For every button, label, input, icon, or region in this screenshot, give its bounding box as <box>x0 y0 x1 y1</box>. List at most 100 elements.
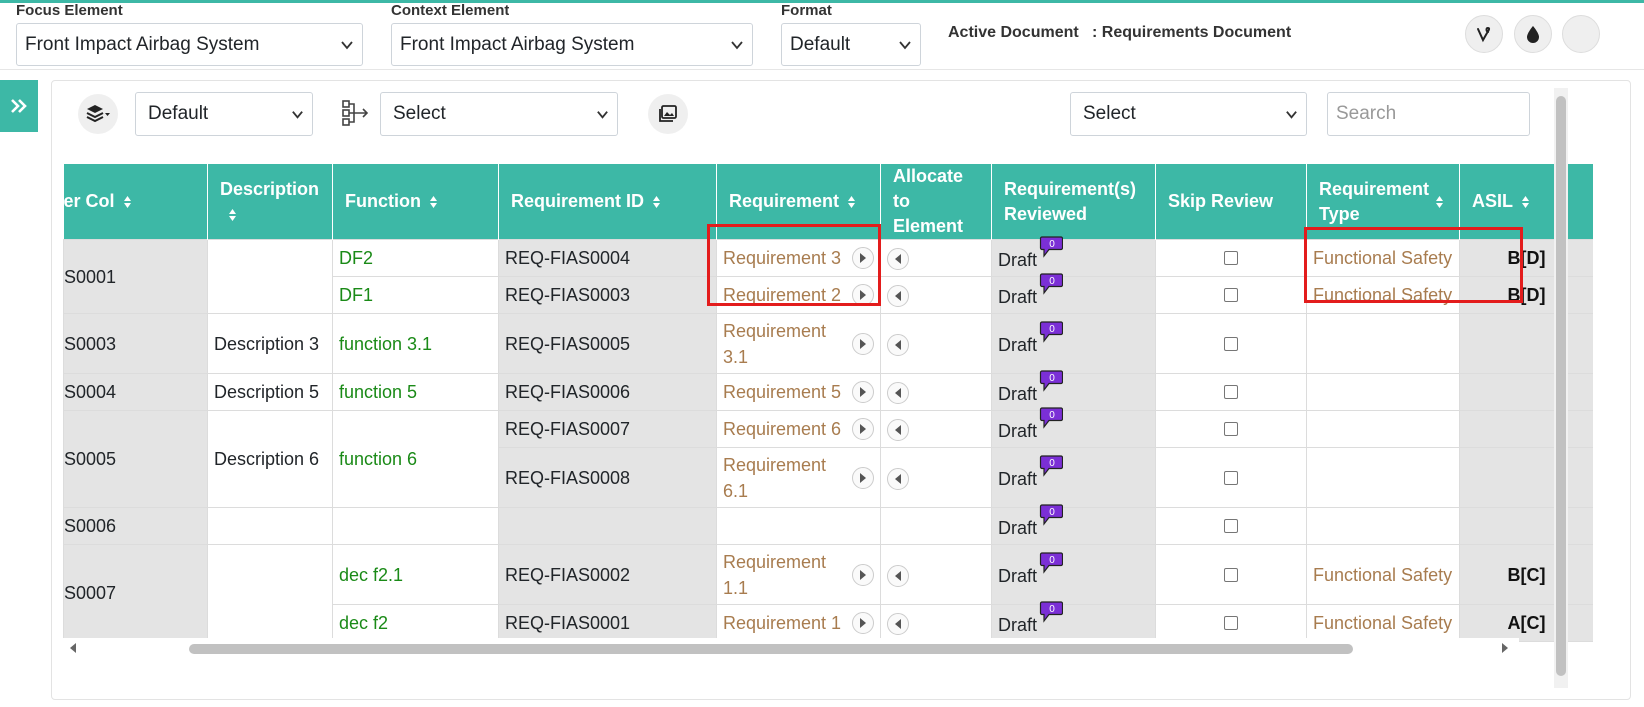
requirement-link[interactable]: Requirement 3.1 <box>723 321 826 367</box>
more-button[interactable] <box>1562 15 1600 53</box>
requirement-cell <box>716 507 881 545</box>
requirement-type-cell[interactable] <box>1306 410 1460 448</box>
column-header-function[interactable]: Function <box>332 164 499 240</box>
expand-right-button[interactable] <box>852 418 874 440</box>
skip-review-checkbox[interactable] <box>1224 251 1238 265</box>
function-link[interactable]: DF2 <box>332 239 499 277</box>
comment-badge[interactable]: 0 <box>1039 272 1064 302</box>
layers-button[interactable] <box>78 94 118 134</box>
requirement-type-cell[interactable] <box>1306 507 1460 545</box>
comment-badge[interactable]: 0 <box>1039 552 1064 581</box>
function-link[interactable] <box>332 507 499 545</box>
skip-review-checkbox[interactable] <box>1224 616 1238 630</box>
column-header-requirement-type[interactable]: Requirement Type <box>1306 164 1460 240</box>
function-link[interactable]: function 3.1 <box>332 313 499 374</box>
allocate-button[interactable] <box>887 248 909 270</box>
allocate-button[interactable] <box>887 382 909 404</box>
function-link[interactable]: function 5 <box>332 373 499 411</box>
requirement-cell[interactable]: Requirement 6.1 <box>716 447 881 508</box>
requirement-cell[interactable]: Requirement 1.1 <box>716 544 881 605</box>
skip-review-checkbox[interactable] <box>1224 336 1238 351</box>
requirement-link[interactable]: Requirement 1.1 <box>723 552 826 598</box>
allocate-button[interactable] <box>887 285 909 307</box>
comment-badge[interactable]: 0 <box>1039 503 1064 533</box>
function-link[interactable]: function 6 <box>332 410 499 508</box>
requirement-cell[interactable]: Requirement 1 <box>716 604 881 642</box>
allocate-button[interactable] <box>887 467 909 490</box>
comment-badge[interactable]: 0 <box>1039 455 1064 484</box>
requirement-link[interactable]: Requirement 1 <box>723 613 841 633</box>
comment-badge[interactable]: 0 <box>1039 406 1064 436</box>
requirement-type-cell[interactable] <box>1306 313 1460 374</box>
requirement-cell[interactable]: Requirement 6 <box>716 410 881 448</box>
comment-badge[interactable]: 0 <box>1039 321 1064 350</box>
vertical-scroll-thumb[interactable] <box>1556 96 1566 676</box>
active-document-value: : Requirements Document <box>1092 24 1292 41</box>
skip-review-checkbox[interactable] <box>1224 470 1238 485</box>
requirement-cell[interactable]: Requirement 2 <box>716 276 881 314</box>
horizontal-scroll-thumb[interactable] <box>189 644 1353 654</box>
expand-right-button[interactable] <box>852 466 874 489</box>
function-link[interactable]: dec f2.1 <box>332 544 499 605</box>
comment-badge[interactable]: 0 <box>1039 600 1064 630</box>
allocate-button[interactable] <box>887 333 909 356</box>
expand-right-button[interactable] <box>852 332 874 355</box>
requirement-type-cell[interactable]: Functional Safety <box>1306 276 1460 314</box>
requirement-link[interactable]: Requirement 5 <box>723 382 841 402</box>
image-gallery-button[interactable] <box>648 94 688 134</box>
search-input[interactable]: Search <box>1327 92 1530 136</box>
flow-select[interactable]: Select <box>380 92 618 136</box>
vertical-scrollbar[interactable] <box>1554 88 1568 688</box>
drop-button[interactable] <box>1514 15 1552 53</box>
requirement-type-cell[interactable]: Functional Safety <box>1306 544 1460 605</box>
horizontal-scrollbar[interactable] <box>63 638 1519 658</box>
requirement-cell[interactable]: Requirement 3.1 <box>716 313 881 374</box>
requirement-type-cell[interactable]: Functional Safety <box>1306 604 1460 642</box>
allocate-button[interactable] <box>887 419 909 441</box>
expand-right-button[interactable] <box>852 284 874 306</box>
requirement-type-cell[interactable]: Functional Safety <box>1306 239 1460 277</box>
view-layer-select[interactable]: Default <box>135 92 313 136</box>
comment-badge[interactable]: 0 <box>1039 235 1064 265</box>
requirement-cell[interactable]: Requirement 3 <box>716 239 881 277</box>
requirement-link[interactable]: Requirement 2 <box>723 285 841 305</box>
right-select[interactable]: Select <box>1070 92 1307 136</box>
column-header-description[interactable]: Description <box>207 164 333 240</box>
skip-review-checkbox[interactable] <box>1224 567 1238 582</box>
function-link[interactable]: DF1 <box>332 276 499 314</box>
context-element-select[interactable]: Front Impact Airbag System <box>391 23 753 66</box>
requirement-link[interactable]: Requirement 6.1 <box>723 455 826 501</box>
scroll-left-icon[interactable] <box>69 643 77 653</box>
svg-text:0: 0 <box>1049 410 1055 421</box>
skip-review-checkbox[interactable] <box>1224 519 1238 533</box>
hierarchy-flow-icon[interactable] <box>341 99 371 132</box>
vine-button[interactable] <box>1465 15 1503 53</box>
requirement-cell[interactable]: Requirement 5 <box>716 373 881 411</box>
skip-review-checkbox[interactable] <box>1224 385 1238 399</box>
caret-left-icon <box>895 570 901 581</box>
skip-review-checkbox[interactable] <box>1224 422 1238 436</box>
expand-right-button[interactable] <box>852 381 874 403</box>
column-header-col[interactable]: er Col <box>63 164 208 240</box>
scroll-right-icon[interactable] <box>1501 643 1509 653</box>
expand-right-button[interactable] <box>852 612 874 634</box>
allocate-cell <box>880 373 992 411</box>
function-link[interactable]: dec f2 <box>332 604 499 642</box>
focus-element-select[interactable]: Front Impact Airbag System <box>16 23 363 66</box>
column-header-requirement[interactable]: Requirement <box>716 164 881 240</box>
skip-review-checkbox[interactable] <box>1224 288 1238 302</box>
expand-right-button[interactable] <box>852 563 874 586</box>
requirement-link[interactable]: Requirement 3 <box>723 248 841 268</box>
comment-bubble-icon: 0 <box>1039 272 1064 295</box>
expand-right-button[interactable] <box>852 247 874 269</box>
allocate-button[interactable] <box>887 613 909 635</box>
format-select[interactable]: Default <box>781 23 921 66</box>
sidebar-expand-button[interactable] <box>0 80 38 132</box>
column-header-requirement-id[interactable]: Requirement ID <box>498 164 717 240</box>
requirement-type-cell[interactable] <box>1306 373 1460 411</box>
column-header-asil[interactable]: ASIL <box>1459 164 1593 240</box>
allocate-button[interactable] <box>887 564 909 587</box>
requirement-type-cell[interactable] <box>1306 447 1460 508</box>
comment-badge[interactable]: 0 <box>1039 369 1064 399</box>
requirement-link[interactable]: Requirement 6 <box>723 419 841 439</box>
